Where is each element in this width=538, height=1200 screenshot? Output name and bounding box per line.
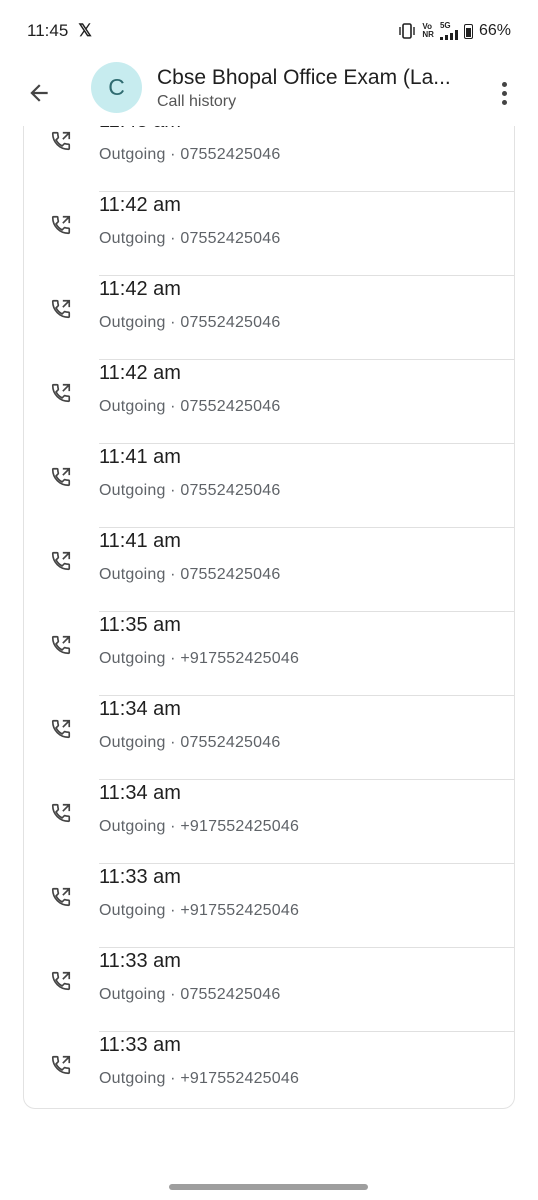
call-detail: Outgoing · 07552425046 [99,734,281,751]
more-options-button[interactable] [490,74,518,112]
outgoing-call-icon [51,383,71,403]
call-row[interactable]: 11:41 am Outgoing · 07552425046 [24,528,514,612]
call-time: 11:42 am [99,362,181,384]
battery-icon [463,23,473,39]
call-time: 11:35 am [99,614,181,636]
call-detail: Outgoing · 07552425046 [99,986,281,1003]
arrow-back-icon [30,84,48,102]
vibrate-icon [399,23,416,39]
outgoing-call-icon [51,635,71,655]
outgoing-call-icon [51,131,71,151]
status-left: 11:45 𝕏 [27,21,92,41]
outgoing-call-icon [51,887,71,907]
call-detail: Outgoing · +917552425046 [99,1070,300,1087]
call-detail: Outgoing · 07552425046 [99,314,281,331]
call-time: 11:41 am [99,446,181,468]
battery-percent: 66% [478,22,511,39]
avatar-letter: C [108,74,125,100]
call-time: 11:42 am [99,194,181,216]
call-row[interactable]: 11:34 am Outgoing · 07552425046 [24,696,514,780]
call-row[interactable]: 11:42 am Outgoing · 07552425046 [24,276,514,360]
nr-label: NR [422,30,434,39]
call-time: 11:33 am [99,866,181,888]
call-history-card: 11:43 amOutgoing · 0755242504611:42 amOu… [23,110,515,1109]
call-time: 11:42 am [99,278,181,300]
status-bar: 11:45 𝕏 Vo NR 5G 66% [0,0,538,62]
call-detail: Outgoing · 07552425046 [99,482,281,499]
call-row[interactable]: 11:33 am Outgoing · 07552425046 [24,948,514,1032]
title-block: Cbse Bhopal Office Exam (La... Call hist… [157,64,467,112]
outgoing-call-icon [51,719,71,739]
contact-name: Cbse Bhopal Office Exam (La... [157,66,451,89]
call-row[interactable]: 11:33 am Outgoing · +917552425046 [24,1032,514,1108]
call-row[interactable]: 11:34 am Outgoing · +917552425046 [24,780,514,864]
outgoing-call-icon [51,467,71,487]
call-detail: Outgoing · +917552425046 [99,818,300,835]
call-row[interactable]: 11:42 am Outgoing · 07552425046 [24,360,514,444]
call-row[interactable]: 11:33 am Outgoing · +917552425046 [24,864,514,948]
call-detail: Outgoing · 07552425046 [99,398,281,415]
call-detail: Outgoing · 07552425046 [99,230,281,247]
network-type: 5G [439,21,451,30]
call-time: 11:41 am [99,530,181,552]
back-button[interactable] [20,74,58,112]
call-detail: Outgoing · 07552425046 [99,146,281,163]
status-time: 11:45 [27,21,69,40]
call-time: 11:33 am [99,1034,181,1056]
gesture-navigation-bar[interactable] [169,1184,368,1190]
signal-icon [439,30,458,40]
outgoing-call-icon [51,971,71,991]
call-time: 11:34 am [99,698,181,720]
call-row[interactable]: 11:42 am Outgoing · 07552425046 [24,192,514,276]
app-bar: C Cbse Bhopal Office Exam (La... Call hi… [0,62,538,126]
outgoing-call-icon [51,299,71,319]
call-row[interactable]: 11:41 am Outgoing · 07552425046 [24,444,514,528]
call-list: 11:43 amOutgoing · 0755242504611:42 amOu… [24,110,514,1108]
page-subtitle: Call history [157,93,237,110]
call-detail: Outgoing · +917552425046 [99,650,300,667]
call-detail: Outgoing · +917552425046 [99,902,300,919]
outgoing-call-icon [51,1055,71,1075]
call-detail: Outgoing · 07552425046 [99,566,281,583]
outgoing-call-icon [51,803,71,823]
call-row[interactable]: 11:35 am Outgoing · +917552425046 [24,612,514,696]
more-vert-icon [501,81,507,87]
status-right: Vo NR 5G 66% [398,22,511,40]
x-app-icon: 𝕏 [78,21,92,40]
call-time: 11:33 am [99,950,181,972]
vonr-indicator: Vo NR [422,23,434,39]
call-time: 11:34 am [99,782,181,804]
more-vert-icon-dot [501,90,507,96]
outgoing-call-icon [51,215,71,235]
more-vert-icon-dot [501,99,507,105]
avatar[interactable]: C [91,62,142,113]
outgoing-call-icon [51,551,71,571]
